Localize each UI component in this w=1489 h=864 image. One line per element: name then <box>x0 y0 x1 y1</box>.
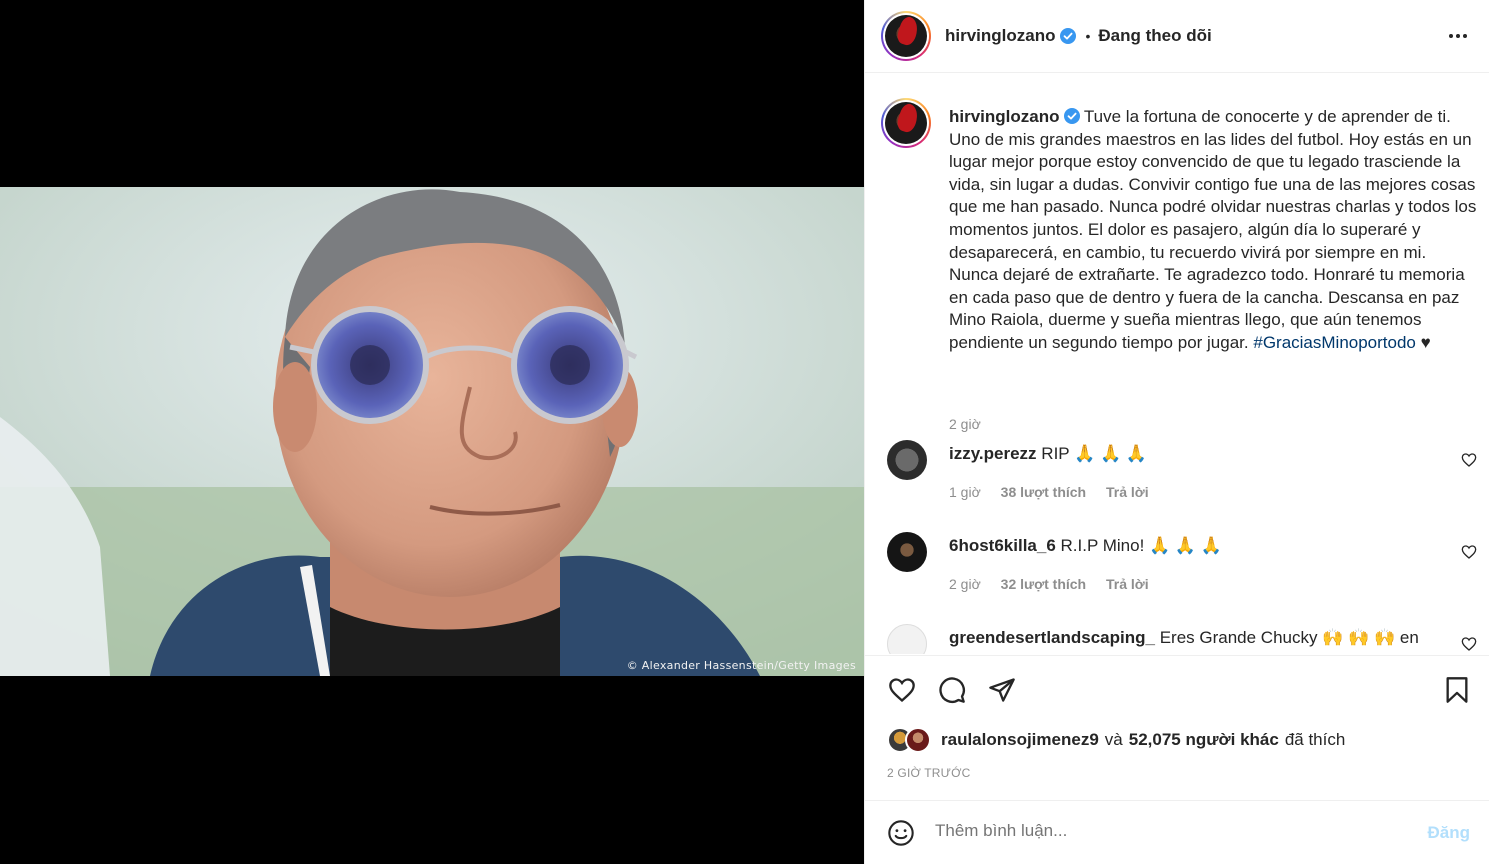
comment-text: RIP 🙏 🙏 🙏 <box>1041 444 1147 463</box>
verified-badge-icon <box>1059 28 1076 44</box>
liker-username[interactable]: raulalonsojimenez9 <box>941 730 1099 750</box>
share-icon[interactable] <box>987 676 1017 704</box>
add-comment-bar: Đăng <box>865 800 1489 864</box>
post-actions <box>865 655 1489 715</box>
likes-suffix: đã thích <box>1284 730 1346 749</box>
emoji-icon[interactable] <box>887 819 915 847</box>
heart-icon[interactable] <box>887 676 917 704</box>
comment-heart-icon[interactable] <box>1461 544 1477 560</box>
header-separator: • <box>1085 28 1091 44</box>
comment-time[interactable]: 2 giờ <box>949 576 981 592</box>
comments-scroll-area[interactable]: hirvinglozano Tuve la fortuna de conocer… <box>865 74 1489 654</box>
comment-icon[interactable] <box>937 676 967 704</box>
liker-avatars[interactable] <box>887 727 933 753</box>
commenter-avatar[interactable] <box>887 624 927 654</box>
reply-button[interactable]: Trả lời <box>1106 576 1149 592</box>
caption-username[interactable]: hirvinglozano <box>949 107 1060 126</box>
likes-summary: raulalonsojimenez9 và 52,075 người khác … <box>887 726 1345 754</box>
author-avatar[interactable] <box>881 11 931 61</box>
post-header: hirvinglozano • Đang theo dõi <box>865 0 1489 73</box>
post-comment-button[interactable]: Đăng <box>1428 823 1471 843</box>
caption-hashtag[interactable]: #GraciasMinoportodo <box>1253 333 1416 352</box>
comment-input[interactable] <box>935 821 1375 841</box>
verified-badge-icon <box>1063 108 1080 124</box>
portrait-image <box>0 187 864 676</box>
post-photo: © Alexander Hassenstein/Getty Images <box>0 187 864 676</box>
comment-like-count[interactable]: 32 lượt thích <box>1001 576 1086 592</box>
commenter-username[interactable]: izzy.perezz <box>949 444 1037 463</box>
comment-text: Eres Grande Chucky 🙌 🙌 🙌 en <box>1159 628 1419 647</box>
comment-body: izzy.perezz RIP 🙏 🙏 🙏 <box>949 444 1429 464</box>
comment-meta: 1 giờ 38 lượt thích Trả lời <box>949 484 1165 500</box>
comment-text: R.I.P Mino! 🙏 🙏 🙏 <box>1060 536 1222 555</box>
comment-time[interactable]: 1 giờ <box>949 484 981 500</box>
caption-avatar[interactable] <box>881 98 931 148</box>
bookmark-icon[interactable] <box>1443 676 1471 704</box>
commenter-avatar[interactable] <box>887 440 927 480</box>
comment-body: 6host6killa_6 R.I.P Mino! 🙏 🙏 🙏 <box>949 536 1429 556</box>
post-timestamp[interactable]: 2 GIỜ TRƯỚC <box>887 766 970 780</box>
more-icon[interactable] <box>1446 24 1470 48</box>
commenter-avatar[interactable] <box>887 532 927 572</box>
comment-heart-icon[interactable] <box>1461 636 1477 652</box>
follow-status-button[interactable]: Đang theo dõi <box>1098 26 1211 46</box>
likes-conjunction: và <box>1104 730 1123 749</box>
post-media: © Alexander Hassenstein/Getty Images <box>0 0 864 864</box>
likes-others-count[interactable]: 52,075 người khác <box>1129 730 1279 750</box>
commenter-username[interactable]: greendesertlandscaping_ <box>949 628 1155 647</box>
comment-meta: 2 giờ 32 lượt thích Trả lời <box>949 576 1165 592</box>
caption-time: 2 giờ <box>949 416 981 432</box>
comment-body: greendesertlandscaping_ Eres Grande Chuc… <box>949 628 1429 648</box>
caption-text: hirvinglozano Tuve la fortuna de conocer… <box>949 106 1479 355</box>
comment-like-count[interactable]: 38 lượt thích <box>1001 484 1086 500</box>
post-details-panel: hirvinglozano • Đang theo dõi hirvingloz… <box>864 0 1489 864</box>
photo-credit: © Alexander Hassenstein/Getty Images <box>626 659 856 672</box>
comment-heart-icon[interactable] <box>1461 452 1477 468</box>
caption-body: Tuve la fortuna de conocerte y de aprend… <box>949 107 1477 352</box>
author-username[interactable]: hirvinglozano <box>945 26 1056 46</box>
commenter-username[interactable]: 6host6killa_6 <box>949 536 1056 555</box>
reply-button[interactable]: Trả lời <box>1106 484 1149 500</box>
caption-heart: ♥ <box>1420 332 1431 352</box>
